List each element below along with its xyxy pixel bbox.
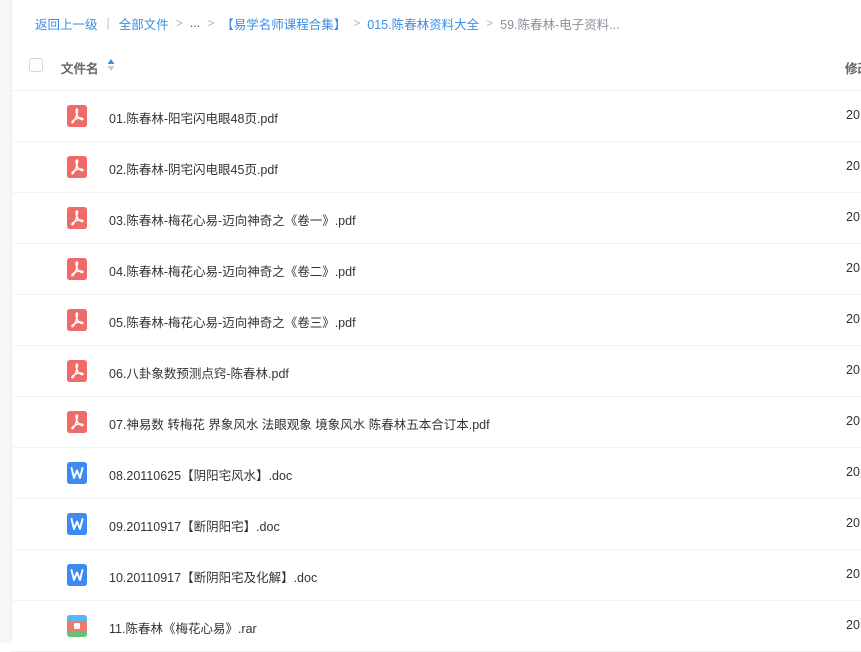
file-row[interactable]: 06.八卦象数预测点窍-陈春林.pdf 20 [11, 346, 861, 397]
pdf-icon [67, 309, 87, 331]
breadcrumb-folder-1[interactable]: 【易学名师课程合集】 [221, 14, 346, 33]
file-modified-date: 20 [846, 108, 860, 122]
file-row[interactable]: 10.20110917【断阴阳宅及化解】.doc 20 [11, 550, 861, 601]
pdf-icon [67, 156, 87, 178]
chevron-right-icon: > [486, 16, 494, 30]
select-all-checkbox[interactable] [29, 58, 43, 72]
file-row[interactable]: 08.20110625【阴阳宅风水】.doc 20 [11, 448, 861, 499]
file-modified-date: 20 [846, 618, 860, 632]
archive-icon [67, 615, 87, 637]
file-name[interactable]: 03.陈春林-梅花心易-迈向神奇之《卷一》.pdf [109, 210, 356, 229]
breadcrumb: 返回上一级 | 全部文件 > ... > 【易学名师课程合集】 > 015.陈春… [35, 14, 620, 32]
file-name[interactable]: 05.陈春林-梅花心易-迈向神奇之《卷三》.pdf [109, 312, 356, 331]
file-name[interactable]: 09.20110917【断阴阳宅】.doc [109, 516, 280, 535]
column-header-name[interactable]: 文件名 [61, 58, 99, 77]
file-name[interactable]: 04.陈春林-梅花心易-迈向神奇之《卷二》.pdf [109, 261, 356, 280]
word-icon [67, 462, 87, 484]
breadcrumb-divider: | [106, 16, 110, 30]
file-row[interactable]: 03.陈春林-梅花心易-迈向神奇之《卷一》.pdf 20 [11, 193, 861, 244]
breadcrumb-all-files[interactable]: 全部文件 [119, 14, 169, 33]
breadcrumb-current: 59.陈春林-电子资料... [500, 17, 620, 32]
file-row[interactable]: 01.陈春林-阳宅闪电眼48页.pdf 20 [11, 91, 861, 142]
file-name[interactable]: 02.陈春林-阴宅闪电眼45页.pdf [109, 159, 278, 178]
file-list: 01.陈春林-阳宅闪电眼48页.pdf 20 02.陈春林-阴宅闪电眼45页.pdf… [11, 91, 861, 652]
file-row[interactable]: 07.神易数 转梅花 界象风水 法眼观象 境象风水 陈春林五本合订本.pdf 20 [11, 397, 861, 448]
file-name[interactable]: 01.陈春林-阳宅闪电眼48页.pdf [109, 108, 278, 127]
pdf-icon [67, 360, 87, 382]
chevron-right-icon: > [207, 16, 215, 30]
file-row[interactable]: 11.陈春林《梅花心易》.rar 20 [11, 601, 861, 652]
table-header: 文件名 修改 [11, 44, 861, 91]
file-name[interactable]: 07.神易数 转梅花 界象风水 法眼观象 境象风水 陈春林五本合订本.pdf [109, 414, 490, 433]
file-modified-date: 20 [846, 261, 860, 275]
file-name[interactable]: 10.20110917【断阴阳宅及化解】.doc [109, 567, 317, 586]
file-row[interactable]: 04.陈春林-梅花心易-迈向神奇之《卷二》.pdf 20 [11, 244, 861, 295]
pdf-icon [67, 411, 87, 433]
file-row[interactable]: 02.陈春林-阴宅闪电眼45页.pdf 20 [11, 142, 861, 193]
pdf-icon [67, 105, 87, 127]
file-row[interactable]: 09.20110917【断阴阳宅】.doc 20 [11, 499, 861, 550]
file-modified-date: 20 [846, 465, 860, 479]
file-modified-date: 20 [846, 516, 860, 530]
pdf-icon [67, 207, 87, 229]
file-modified-date: 20 [846, 210, 860, 224]
back-link[interactable]: 返回上一级 [35, 14, 98, 33]
file-modified-date: 20 [846, 414, 860, 428]
column-header-modified[interactable]: 修改 [845, 58, 861, 77]
word-icon [67, 513, 87, 535]
sort-icon[interactable] [107, 57, 115, 73]
chevron-right-icon: > [353, 16, 361, 30]
file-modified-date: 20 [846, 312, 860, 326]
chevron-right-icon: > [175, 16, 183, 30]
word-icon [67, 564, 87, 586]
file-row[interactable]: 05.陈春林-梅花心易-迈向神奇之《卷三》.pdf 20 [11, 295, 861, 346]
file-name[interactable]: 06.八卦象数预测点窍-陈春林.pdf [109, 363, 289, 382]
breadcrumb-folder-2[interactable]: 015.陈春林资料大全 [367, 14, 479, 33]
file-name[interactable]: 08.20110625【阴阳宅风水】.doc [109, 465, 292, 484]
file-name[interactable]: 11.陈春林《梅花心易》.rar [109, 618, 257, 637]
pdf-icon [67, 258, 87, 280]
file-modified-date: 20 [846, 567, 860, 581]
breadcrumb-ellipsis[interactable]: ... [190, 16, 200, 30]
file-modified-date: 20 [846, 363, 860, 377]
file-modified-date: 20 [846, 159, 860, 173]
